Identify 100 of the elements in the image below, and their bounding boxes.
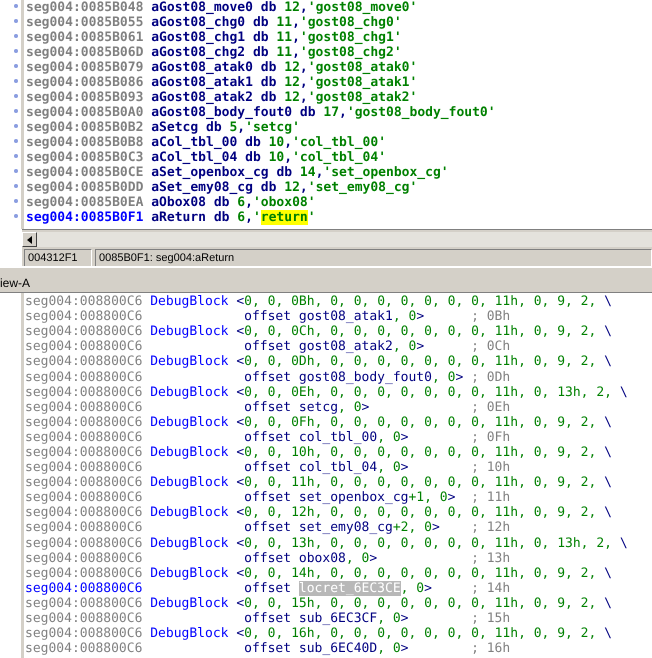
operand-tail: , 0> [377, 430, 408, 445]
data-label[interactable]: aGost08_chg0 [151, 15, 246, 30]
line-comment: ; 10h [471, 460, 510, 476]
line-address: seg004:008800C6 [25, 520, 142, 536]
line-address: seg004:008800C6 [25, 536, 142, 551]
line-address: seg004:0085B048 [26, 0, 144, 15]
scroll-left-button[interactable] [22, 232, 37, 247]
operand-tail: , 0> [392, 309, 424, 324]
line-comment: ; 15h [471, 611, 510, 626]
operand-list: <0, 0, 0Fh, 0, 0, 0, 0, 0, 0, 0, 11h, 0, 9, 2, \ [236, 414, 612, 430]
symbol-reference[interactable]: set_emy08_cg+2 [298, 520, 408, 536]
line-address: seg004:0085B0CE [26, 165, 144, 180]
symbol-reference[interactable]: sub_6EC3CF [298, 611, 378, 626]
bullet-icon [14, 169, 18, 173]
directive-keyword: db [245, 150, 261, 165]
data-label[interactable]: aCol_tbl_04 [151, 150, 238, 165]
line-address: seg004:0085B079 [26, 60, 144, 75]
line-comment: ; 0Ch [471, 339, 510, 354]
data-label[interactable]: aSetcg [151, 120, 198, 135]
operand-list: <0, 0, 16h, 0, 0, 0, 0, 0, 0, 0, 11h, 0, 9, 2, \ [236, 626, 612, 642]
offset-keyword: offset [244, 550, 292, 566]
operand-tail: , 0> [432, 370, 464, 385]
line-address: seg004:008800C6 [25, 566, 142, 581]
line-address: seg004:008800C6 [25, 444, 142, 460]
bullet-icon [14, 214, 18, 218]
line-address: seg004:008800C6 [25, 626, 142, 642]
directive-keyword: DebugBlock [150, 475, 228, 490]
line-address: seg004:008800C6 [25, 309, 142, 324]
offset-keyword: offset [244, 641, 292, 656]
offset-keyword: offset [244, 309, 292, 324]
symbol-reference[interactable]: obox08 [298, 550, 346, 566]
data-label[interactable]: aSet_emy08_cg [151, 180, 253, 195]
symbol-reference[interactable]: sub_6EC40D [298, 641, 378, 656]
symbol-reference[interactable]: gost08_atak2 [298, 339, 393, 354]
data-label[interactable]: aGost08_body_fout0 [151, 105, 292, 120]
operand-tail: , 0> [392, 339, 424, 354]
line-address: seg004:008800C6 [25, 414, 142, 430]
line-address: seg004:008800C6 [25, 490, 142, 506]
view-tab[interactable]: iew-A [0, 276, 30, 292]
symbol-reference[interactable]: set_openbox_cg+1 [298, 490, 424, 506]
string-value: 12,'gost08_atak1' [284, 75, 418, 90]
directive-keyword: DebugBlock [150, 444, 228, 460]
data-label[interactable]: aGost08_chg1 [151, 30, 246, 45]
line-address: seg004:008800C6 [25, 580, 142, 596]
string-value: 10,'col_tbl_00' [268, 135, 386, 150]
data-label[interactable]: aGost08_atak0 [151, 60, 253, 75]
line-address: seg004:008800C6 [25, 475, 142, 490]
line-address: seg004:008800C6 [25, 460, 142, 476]
line-address: seg004:008800C6 [25, 550, 142, 566]
bullet-icon [14, 79, 18, 83]
offset-keyword: offset [244, 580, 292, 596]
directive-keyword: db [260, 180, 276, 195]
line-address: seg004:008800C6 [25, 354, 142, 370]
line-comment: ; 16h [471, 641, 510, 656]
directive-keyword: db [260, 90, 276, 105]
data-label[interactable]: aCol_tbl_00 [151, 135, 238, 150]
operand-list: <0, 0, 10h, 0, 0, 0, 0, 0, 0, 0, 11h, 0, 9, 2, \ [236, 444, 612, 460]
bullet-icon [14, 34, 18, 38]
line-address: seg004:008800C6 [25, 384, 142, 400]
line-comment: ; 13h [471, 550, 510, 566]
offset-keyword: offset [244, 370, 292, 385]
data-label[interactable]: aGost08_move0 [151, 0, 253, 15]
data-label[interactable]: aObox08 [151, 195, 206, 210]
operand-list: <0, 0, 14h, 0, 0, 0, 0, 0, 0, 0, 11h, 0, 9, 2, \ [236, 566, 612, 581]
data-label[interactable]: aReturn [151, 210, 206, 225]
offset-keyword: offset [244, 611, 292, 626]
directive-keyword: db [252, 45, 269, 60]
line-address: seg004:008800C6 [25, 641, 142, 656]
bullet-icon [14, 19, 18, 23]
operand-list: <0, 0, 0Ch, 0, 0, 0, 0, 0, 0, 0, 11h, 0, 9, 2, \ [236, 324, 612, 340]
operand-tail: , 0> [377, 460, 408, 476]
directive-keyword: DebugBlock [150, 384, 228, 400]
symbol-reference[interactable]: col_tbl_00 [298, 430, 378, 445]
data-label[interactable]: aGost08_atak1 [151, 75, 253, 90]
symbol-reference[interactable]: gost08_body_fout0 [298, 370, 432, 385]
scrollbar-track[interactable] [22, 232, 652, 247]
operand-list: <0, 0, 12h, 0, 0, 0, 0, 0, 0, 0, 11h, 0, 9, 2, \ [236, 505, 612, 520]
operand-tail: , 0> [408, 520, 440, 536]
line-address: seg004:008800C6 [25, 339, 142, 354]
symbol-reference[interactable]: setcg [298, 400, 338, 415]
operand-tail: , 0> [377, 611, 408, 626]
line-address: seg004:0085B0B2 [26, 120, 144, 135]
symbol-reference[interactable]: col_tbl_04 [298, 460, 378, 476]
data-label[interactable]: aSet_openbox_cg [151, 165, 269, 180]
directive-keyword: DebugBlock [150, 294, 228, 310]
data-label[interactable]: aGost08_atak2 [151, 90, 253, 105]
bullet-icon [14, 139, 18, 143]
symbol-reference[interactable]: gost08_atak1 [298, 309, 393, 324]
string-value: 12,'gost08_atak0' [284, 60, 418, 75]
directive-keyword: DebugBlock [150, 626, 228, 642]
data-label[interactable]: aGost08_chg2 [151, 45, 246, 60]
string-value: 12,'gost08_atak2' [284, 90, 418, 105]
operand-list: <0, 0, 13h, 0, 0, 0, 0, 0, 0, 0, 11h, 0, 13h, 2, \ [236, 536, 628, 551]
directive-keyword: db [252, 15, 269, 30]
string-value: 14,'set_openbox_cg' [300, 165, 449, 180]
string-value: 5,'setcg' [229, 120, 300, 135]
directive-keyword: db [276, 165, 292, 180]
line-address: seg004:0085B0EA [26, 195, 144, 210]
directive-keyword: db [260, 75, 276, 90]
bullet-icon [14, 109, 18, 113]
